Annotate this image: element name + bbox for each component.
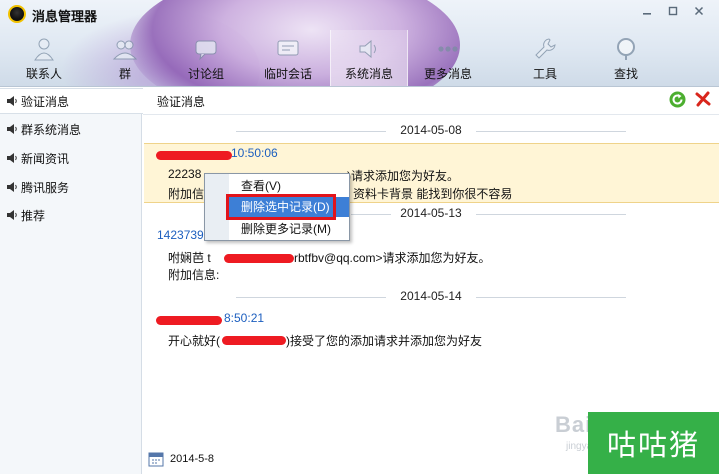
group-icon <box>112 40 138 60</box>
sidebar-item-group-system[interactable]: 群系统消息 <box>0 116 142 142</box>
person-icon <box>34 38 54 61</box>
tab-label: 查找 <box>613 67 638 81</box>
speaker-icon <box>7 153 17 163</box>
date-picker-value[interactable]: 2014-5-8 <box>170 453 214 465</box>
tab-search[interactable]: 查找 <box>596 30 656 86</box>
sidebar-item-label: 腾讯服务 <box>21 180 70 195</box>
date-separator: 2014-05-14 <box>143 289 719 305</box>
tab-group[interactable]: 群 <box>96 30 154 86</box>
message-text: 开心就好( <box>168 334 220 348</box>
speaker-icon <box>7 124 17 134</box>
date-label: 2014-05-08 <box>394 123 468 137</box>
wrench-icon <box>535 38 556 59</box>
highlight-box <box>226 194 336 220</box>
menu-item-delete-more[interactable]: 删除更多记录(M) <box>229 219 349 239</box>
more-icon <box>438 46 458 52</box>
message-text: 咐娴芭 t <box>168 251 211 265</box>
date-separator: 2014-05-08 <box>143 123 719 139</box>
delete-icon[interactable] <box>695 91 711 107</box>
tab-discussion[interactable]: 讨论组 <box>174 30 238 86</box>
panel-title: 验证消息 <box>157 95 206 109</box>
message-sender[interactable]: 1423739 <box>157 228 204 242</box>
calendar-icon[interactable] <box>148 451 164 467</box>
search-icon <box>617 38 635 60</box>
main-tabs: 联系人 群 讨论组 临时会话 系统消息 更多消息 工具 查找 <box>0 30 719 86</box>
message-extra-info: 附加信息: <box>168 268 220 282</box>
minimize-icon <box>643 12 651 15</box>
redaction-mark <box>224 254 294 263</box>
message-text: rbtfbv@qq.com>请求添加您为好友。 <box>294 251 491 265</box>
tab-label: 联系人 <box>25 67 62 81</box>
tab-label: 工具 <box>532 67 557 81</box>
close-icon <box>694 6 704 15</box>
qq-logo-icon <box>8 5 26 23</box>
message-text: )接受了您的添加请求并添加您为好友 <box>286 334 482 348</box>
tab-temp-session[interactable]: 临时会话 <box>255 30 321 86</box>
message-extra-info: 附加信 <box>168 187 205 201</box>
redaction-mark <box>156 316 222 325</box>
window-controls <box>635 2 711 19</box>
minimize-button[interactable] <box>635 2 659 19</box>
message-text: 22238 <box>168 167 202 181</box>
sidebar-item-recommend[interactable]: 推荐 <box>0 202 142 228</box>
tab-label: 更多消息 <box>423 67 472 81</box>
speaker-icon <box>7 210 17 220</box>
date-label: 2014-05-13 <box>394 206 468 220</box>
sidebar-item-label: 推荐 <box>21 208 46 223</box>
sidebar: 验证消息 群系统消息 新闻资讯 腾讯服务 推荐 <box>0 88 143 474</box>
redaction-mark <box>222 336 286 345</box>
sidebar-item-label: 新闻资讯 <box>21 151 70 166</box>
message-extra-info: 资料卡背景 能找到你很不容易 <box>353 187 513 201</box>
tab-system-messages[interactable]: 系统消息 <box>330 30 408 86</box>
close-button[interactable] <box>687 2 711 19</box>
refresh-icon[interactable] <box>669 91 686 108</box>
chat-icon <box>195 40 217 61</box>
tab-tools[interactable]: 工具 <box>515 30 575 86</box>
tab-label: 系统消息 <box>344 67 393 81</box>
speaker-icon <box>359 39 376 59</box>
author-badge: 咕咕猪 <box>588 412 719 474</box>
message-text: )请求添加您为好友。 <box>347 169 459 183</box>
sidebar-item-tencent-service[interactable]: 腾讯服务 <box>0 174 142 200</box>
divider <box>143 114 719 115</box>
message-sender[interactable]: 10:50:06 <box>231 146 278 160</box>
message-sender[interactable]: 8:50:21 <box>224 311 264 325</box>
restore-icon <box>668 6 678 15</box>
menu-item-view[interactable]: 查看(V) <box>229 176 349 196</box>
window-title: 消息管理器 <box>32 9 98 24</box>
tab-label: 群 <box>118 67 131 81</box>
tab-more-messages[interactable]: 更多消息 <box>412 30 484 86</box>
sidebar-item-label: 群系统消息 <box>21 122 82 137</box>
restore-button[interactable] <box>661 2 685 19</box>
header-banner: 消息管理器 联系人 群 讨论组 临时会话 系统消息 更多消息 工具 查找 <box>0 0 719 87</box>
redaction-mark <box>156 151 232 160</box>
tab-label: 临时会话 <box>263 67 312 81</box>
tab-contacts[interactable]: 联系人 <box>12 30 76 86</box>
date-label: 2014-05-14 <box>394 289 468 303</box>
sidebar-item-news[interactable]: 新闻资讯 <box>0 145 142 171</box>
speaker-icon <box>7 182 17 192</box>
message-icon <box>277 40 299 56</box>
speaker-icon <box>7 96 17 106</box>
sidebar-item-verification[interactable]: 验证消息 <box>0 88 143 114</box>
baidu-watermark: Bai <box>555 412 593 437</box>
sidebar-item-label: 验证消息 <box>21 94 70 109</box>
tab-label: 讨论组 <box>187 67 224 81</box>
message-row[interactable]: 8:50:21 开心就好( )接受了您的添加请求并添加您为好友 <box>144 309 719 349</box>
